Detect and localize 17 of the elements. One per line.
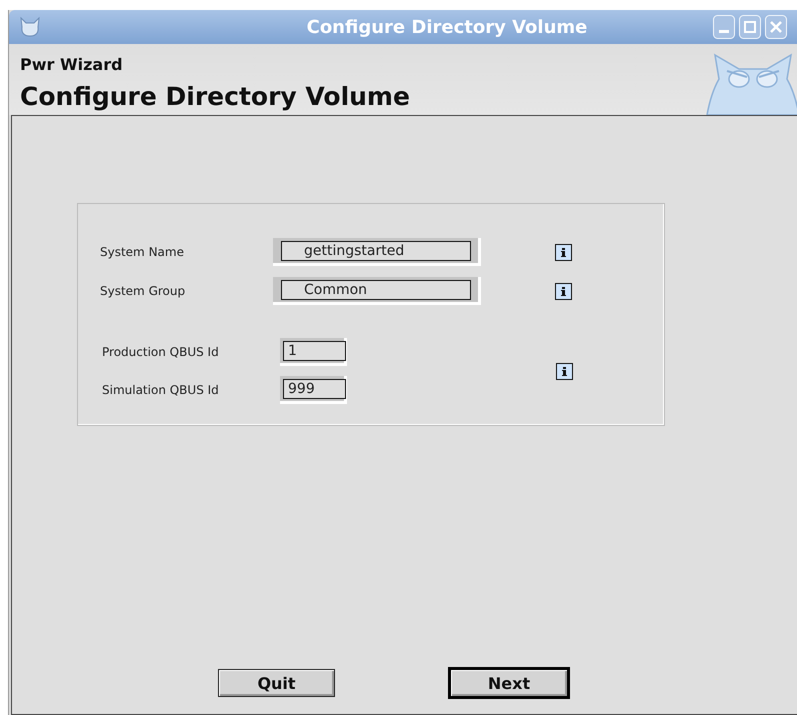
info-icon[interactable] [555,282,572,300]
field-label: Simulation QBUS Id [101,383,220,397]
field-label: System Group [100,284,186,298]
app-name: Pwr Wizard [20,55,124,74]
info-icon[interactable] [556,362,573,380]
info-icon[interactable] [555,244,572,260]
input-field[interactable]: Common [273,277,481,305]
window-title: Configure Directory Volume [306,16,588,38]
input-field[interactable]: 1 [280,338,347,366]
input-field[interactable]: gettingstarted [273,238,481,266]
quit-button[interactable]: Quit [218,669,335,697]
owl-icon [19,17,41,37]
page-title: Configure Directory Volume [20,82,410,111]
field-label: System Name [100,245,185,259]
field-label: Production QBUS Id [101,345,220,359]
input-field[interactable]: 999 [280,376,347,404]
next-button[interactable]: Next [448,667,570,699]
